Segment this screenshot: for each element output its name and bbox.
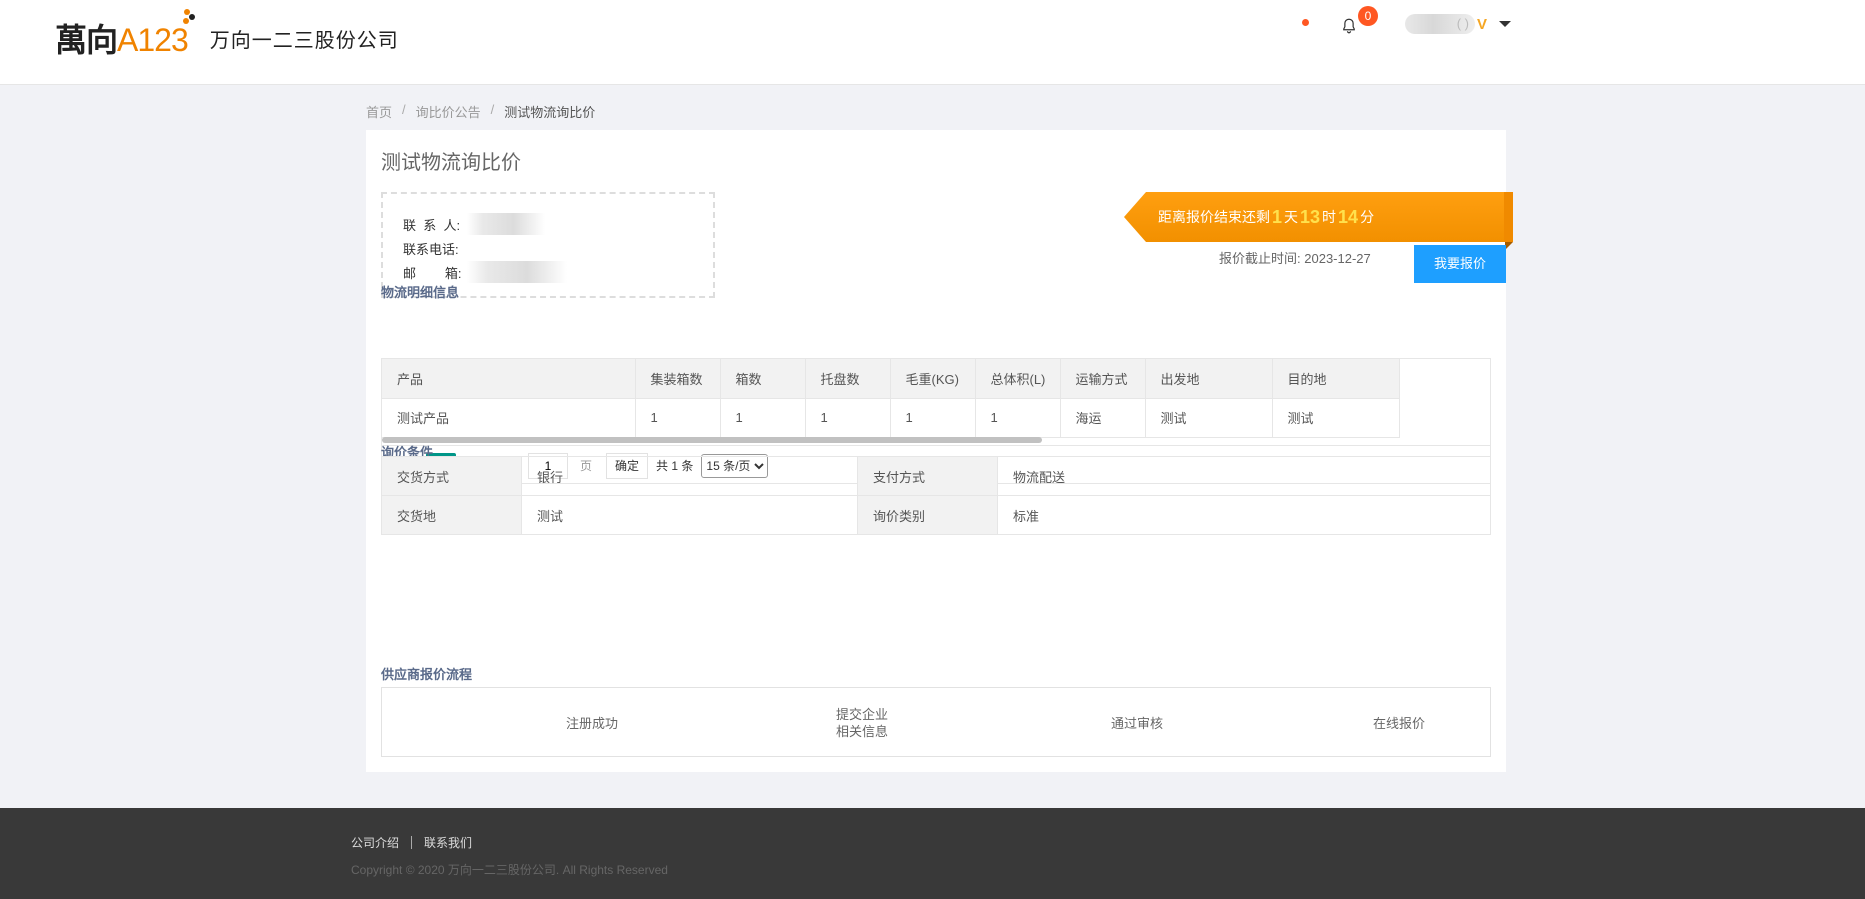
breadcrumb-current: 测试物流询比价 (504, 105, 596, 120)
quote-deadline: 报价截止时间: 2023-12-27 (1219, 248, 1371, 267)
table-cell: 1 (975, 398, 1061, 438)
table-row[interactable]: 测试产品 1 1 1 1 1 海运 测试 测试 (382, 398, 1400, 438)
breadcrumb-home[interactable]: 首页 (366, 102, 392, 121)
delivery-method-value: 银行 (521, 456, 858, 496)
logistics-header-row: 产品 集装箱数 箱数 托盘数 毛重(KG) 总体积(L) 运输方式 出发地 目的… (382, 359, 1400, 399)
breadcrumb: 首页 / 询比价公告 / 测试物流询比价 (366, 102, 595, 121)
contact-person-label: 联 系 人: (403, 217, 461, 233)
deadline-label: 报价截止时间: (1219, 251, 1301, 266)
table-cell: 测试 (1145, 398, 1273, 438)
col-header-destination[interactable]: 目的地 (1272, 359, 1400, 399)
payment-method-value: 物流配送 (997, 456, 1491, 496)
countdown-days-unit: 天 (1284, 209, 1299, 225)
countdown-hours-unit: 时 (1322, 209, 1337, 225)
table-cell: 1 (890, 398, 976, 438)
breadcrumb-separator: / (402, 102, 406, 117)
table-cell: 1 (805, 398, 891, 438)
table-cell: 1 (635, 398, 721, 438)
flow-section-title: 供应商报价流程 (381, 667, 473, 682)
scrollbar-thumb[interactable] (382, 437, 1042, 443)
contact-email-value (467, 261, 567, 283)
logo-brand-text: 萬向 (55, 21, 118, 59)
table-row: 交货方式 银行 支付方式 物流配送 (381, 456, 1491, 496)
deadline-value: 2023-12-27 (1304, 251, 1371, 266)
contact-person-value (467, 213, 545, 235)
logo-mark: 萬向A123 (55, 9, 195, 61)
contact-email-row: 邮 箱: (403, 260, 693, 284)
footer-links: 公司介绍 联系我们 (351, 834, 472, 851)
table-cell: 测试产品 (382, 398, 636, 438)
logo-dots-icon (182, 9, 198, 25)
contact-person-row: 联 系 人: (403, 212, 693, 236)
status-dot-icon (1302, 19, 1309, 26)
table-row: 交货地 测试 询价类别 标准 (381, 495, 1491, 535)
countdown-hours: 13 (1300, 206, 1321, 227)
col-header-product[interactable]: 产品 (382, 359, 636, 399)
logistics-section-title: 物流明细信息 (381, 285, 460, 300)
bell-icon[interactable] (1340, 17, 1358, 35)
breadcrumb-inquiry-notices[interactable]: 询比价公告 (416, 102, 481, 121)
delivery-method-label: 交货方式 (381, 456, 522, 496)
flow-step-submit-info: 提交企业 相关信息 (835, 707, 888, 739)
countdown-prefix: 距离报价结束还剩 (1158, 209, 1270, 225)
countdown-text: 距离报价结束还剩 1 天 13 时 14 分 (1124, 192, 1504, 242)
page-title: 测试物流询比价 (381, 152, 521, 174)
inquiry-type-label: 询价类别 (857, 495, 998, 535)
footer-divider (411, 836, 413, 849)
top-header: 萬向A123 万向一二三股份公司 0 ( ) V (0, 0, 1865, 85)
payment-method-label: 支付方式 (857, 456, 998, 496)
col-header-boxes[interactable]: 箱数 (720, 359, 806, 399)
user-name[interactable]: ( ) (1405, 14, 1475, 34)
countdown-minutes-unit: 分 (1360, 209, 1375, 225)
footer-link-about[interactable]: 公司介绍 (351, 834, 399, 851)
col-header-transport[interactable]: 运输方式 (1060, 359, 1146, 399)
flow-step-online-quote: 在线报价 (1372, 715, 1425, 731)
submit-quote-button[interactable]: 我要报价 (1414, 245, 1506, 283)
chevron-down-icon[interactable] (1499, 21, 1512, 27)
col-header-containers[interactable]: 集装箱数 (635, 359, 721, 399)
company-name: 万向一二三股份公司 (209, 27, 399, 52)
delivery-place-label: 交货地 (381, 495, 522, 535)
table-horizontal-scrollbar[interactable] (382, 436, 1490, 444)
inquiry-type-value: 标准 (997, 495, 1491, 535)
company-logo[interactable]: 萬向A123 万向一二三股份公司 (55, 8, 399, 68)
conditions-table: 交货方式 银行 支付方式 物流配送 交货地 测试 询价类别 标准 (381, 456, 1491, 535)
contact-phone-row: 联系电话: (403, 236, 693, 260)
col-header-pallets[interactable]: 托盘数 (805, 359, 891, 399)
contact-email-label: 邮 箱: (403, 265, 462, 281)
notification-badge[interactable]: 0 (1358, 6, 1378, 26)
col-header-volume[interactable]: 总体积(L) (975, 359, 1061, 399)
logo-code-text: A123 (117, 22, 189, 58)
footer: 公司介绍 联系我们 Copyright © 2020 万向一二三股份公司. Al… (0, 808, 1865, 899)
flow-step-register: 注册成功 (565, 715, 618, 731)
countdown-banner: 距离报价结束还剩 1 天 13 时 14 分 (1124, 192, 1513, 250)
countdown-banner-fold (1505, 242, 1513, 250)
countdown-days: 1 (1272, 206, 1283, 227)
table-cell: 海运 (1060, 398, 1146, 438)
inquiry-detail-card: 测试物流询比价 联 系 人: 联系电话: 邮 箱: 距离报价结束还剩 1 天 1… (366, 130, 1513, 772)
table-cell: 测试 (1272, 398, 1400, 438)
delivery-place-value: 测试 (521, 495, 858, 535)
breadcrumb-separator: / (490, 102, 495, 117)
col-header-gross-weight[interactable]: 毛重(KG) (890, 359, 976, 399)
vip-icon: V (1477, 15, 1488, 33)
flow-step-review: 通过审核 (1110, 715, 1163, 731)
countdown-minutes: 14 (1338, 206, 1359, 227)
user-menu[interactable]: ( ) V (1405, 14, 1512, 34)
supplier-quote-flow: 注册成功 提交企业 相关信息 通过审核 在线报价 (381, 687, 1491, 757)
col-header-origin[interactable]: 出发地 (1145, 359, 1273, 399)
table-cell: 1 (720, 398, 806, 438)
logistics-table: 产品 集装箱数 箱数 托盘数 毛重(KG) 总体积(L) 运输方式 出发地 目的… (382, 359, 1400, 438)
copyright-text: Copyright © 2020 万向一二三股份公司. All Rights R… (351, 863, 668, 877)
footer-link-contact[interactable]: 联系我们 (424, 834, 472, 851)
contact-phone-label: 联系电话: (403, 241, 459, 257)
